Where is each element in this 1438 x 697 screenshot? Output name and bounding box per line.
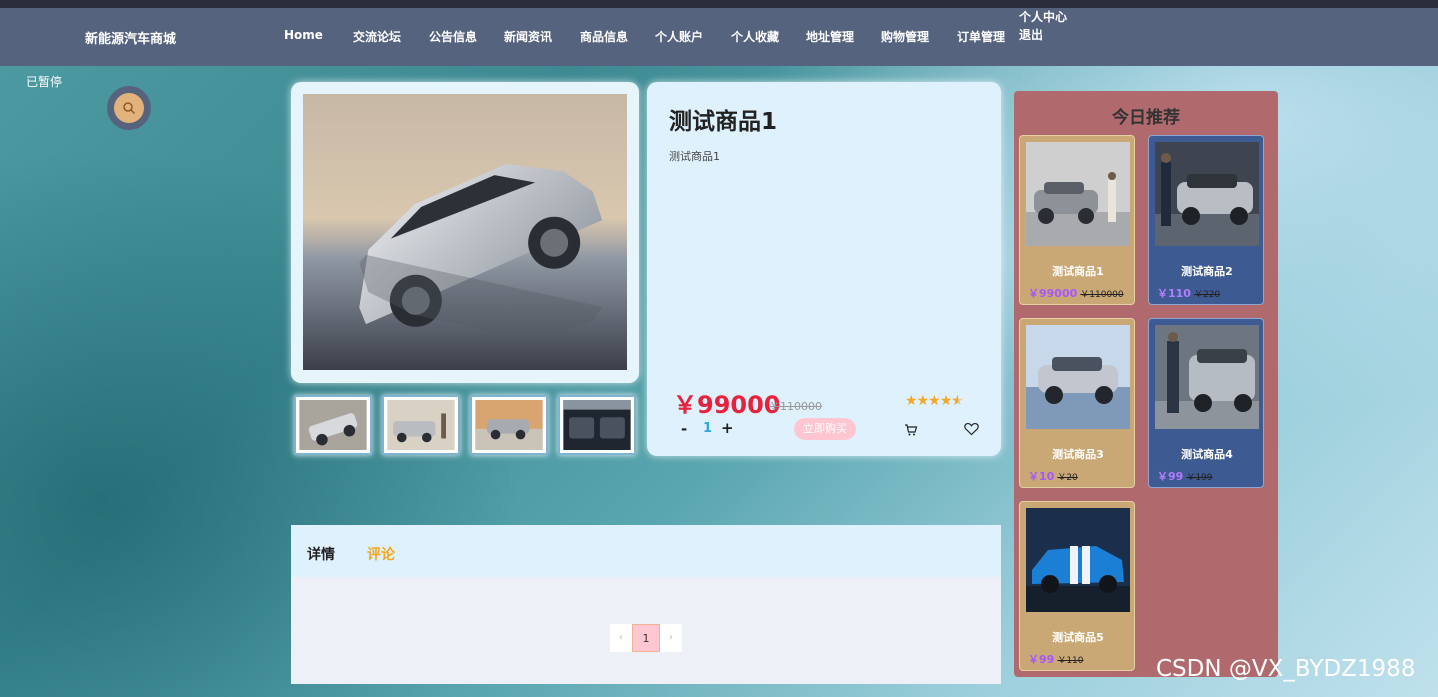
recommend-old-price-2: ￥220 (1193, 290, 1221, 300)
star-icon: ★ (905, 393, 918, 409)
product-main-image[interactable] (303, 94, 627, 370)
recommend-new-price-4: ￥99 (1157, 470, 1184, 483)
search-button[interactable] (107, 86, 151, 130)
nav-forum[interactable]: 交流论坛 (353, 28, 401, 45)
recommend-name-1: 测试商品1 (1052, 265, 1104, 278)
recommend-image-5 (1026, 508, 1130, 612)
rating-stars: ★★★★★ ★ (905, 393, 965, 409)
pagination-prev-button[interactable]: ‹ (610, 624, 632, 652)
recommend-card-2[interactable]: 测试商品2 ￥110 ￥220 (1148, 135, 1264, 305)
product-old-price: ￥110000 (769, 400, 822, 413)
quantity-value[interactable]: 1 (703, 421, 712, 436)
site-brand[interactable]: 新能源汽车商城 (85, 28, 176, 47)
recommend-image-3 (1026, 325, 1130, 429)
detail-panel: 详情 评论 ‹ 1 › (291, 525, 1001, 684)
pagination-page-1[interactable]: 1 (632, 624, 660, 652)
heart-icon (964, 422, 979, 436)
add-to-favorites-button[interactable] (964, 421, 979, 440)
search-icon (123, 102, 136, 115)
nav-logout[interactable]: 退出 (1019, 26, 1067, 44)
nav-notice[interactable]: 公告信息 (429, 28, 477, 45)
recommend-new-price-3: ￥10 (1028, 470, 1055, 483)
search-button-inner (114, 93, 144, 123)
cart-icon (905, 424, 918, 436)
watermark: CSDN @VX_BYDZ1988 (1156, 656, 1416, 682)
nav-products[interactable]: 商品信息 (580, 28, 628, 45)
recommend-panel: 今日推荐 测试商品1 ￥99000 ￥110000 测试商品2 ￥110 ￥220 … (1014, 91, 1278, 677)
recommend-old-price-1: ￥110000 (1080, 290, 1124, 300)
tab-detail[interactable]: 详情 (307, 544, 335, 564)
recommend-name-5: 测试商品5 (1052, 631, 1104, 644)
recommend-price-1: ￥99000 ￥110000 (1028, 285, 1124, 301)
nav-account[interactable]: 个人账户 (655, 28, 703, 45)
detail-tabs: 详情 评论 (291, 525, 1001, 577)
recommend-new-price-5: ￥99 (1028, 653, 1055, 666)
recommend-price-5: ￥99 ￥110 (1028, 651, 1084, 667)
recommend-name-3: 测试商品3 (1052, 448, 1104, 461)
product-image-card (291, 82, 639, 383)
product-subtitle: 测试商品1 (669, 150, 720, 163)
thumbnail-3[interactable] (470, 395, 548, 455)
recommend-new-price-2: ￥110 (1157, 287, 1191, 300)
quantity-decrease-button[interactable]: - (681, 420, 687, 438)
nav-orders[interactable]: 订单管理 (957, 28, 1005, 45)
pagination-next-button[interactable]: › (660, 624, 682, 652)
star-icon: ★ (928, 393, 941, 409)
recommend-old-price-5: ￥110 (1057, 656, 1084, 666)
top-strip (0, 0, 1438, 8)
recommend-old-price-3: ￥20 (1057, 473, 1078, 483)
recommend-image-4 (1155, 325, 1259, 429)
recommend-price-2: ￥110 ￥220 (1157, 285, 1220, 301)
nav-shopping[interactable]: 购物管理 (881, 28, 929, 45)
recommend-price-3: ￥10 ￥20 (1028, 468, 1078, 484)
product-title: 测试商品1 (669, 109, 778, 135)
recommend-price-4: ￥99 ￥199 (1157, 468, 1213, 484)
star-icon: ★ (939, 393, 953, 409)
paused-label: 已暂停 (26, 75, 63, 89)
star-half-icon: ★ ★ (951, 393, 964, 409)
thumbnail-1[interactable] (294, 395, 372, 455)
nav-news[interactable]: 新闻资讯 (504, 28, 552, 45)
add-to-cart-button[interactable] (904, 422, 918, 441)
navbar: 新能源汽车商城 Home 交流论坛 公告信息 新闻资讯 商品信息 个人账户 个人… (0, 8, 1438, 66)
recommend-image-1 (1026, 142, 1130, 246)
recommend-title: 今日推荐 (1112, 108, 1180, 128)
nav-personal-center[interactable]: 个人中心 (1019, 8, 1067, 26)
nav-favorites[interactable]: 个人收藏 (731, 28, 779, 45)
nav-home[interactable]: Home (284, 28, 323, 42)
recommend-old-price-4: ￥199 (1186, 473, 1213, 483)
product-info-card: 测试商品1 测试商品1 ￥99000 ￥110000 ★★★★★ ★ - 1 + … (647, 82, 1001, 456)
nav-user-stack: 个人中心 退出 (1019, 8, 1067, 44)
recommend-new-price-1: ￥99000 (1028, 287, 1078, 300)
recommend-name-2: 测试商品2 (1181, 265, 1233, 278)
recommend-card-1[interactable]: 测试商品1 ￥99000 ￥110000 (1019, 135, 1135, 305)
quantity-increase-button[interactable]: + (721, 419, 734, 437)
recommend-card-5[interactable]: 测试商品5 ￥99 ￥110 (1019, 501, 1135, 671)
product-price: ￥99000 (673, 391, 781, 419)
nav-address[interactable]: 地址管理 (806, 28, 854, 45)
recommend-image-2 (1155, 142, 1259, 246)
recommend-card-3[interactable]: 测试商品3 ￥10 ￥20 (1019, 318, 1135, 488)
recommend-name-4: 测试商品4 (1181, 448, 1233, 461)
buy-now-button[interactable]: 立即购买 (794, 418, 856, 440)
thumbnail-2[interactable] (382, 395, 460, 455)
star-icon: ★ (916, 393, 930, 409)
thumbnail-4[interactable] (558, 395, 636, 455)
recommend-card-4[interactable]: 测试商品4 ￥99 ￥199 (1148, 318, 1264, 488)
tab-comment[interactable]: 评论 (367, 544, 395, 564)
